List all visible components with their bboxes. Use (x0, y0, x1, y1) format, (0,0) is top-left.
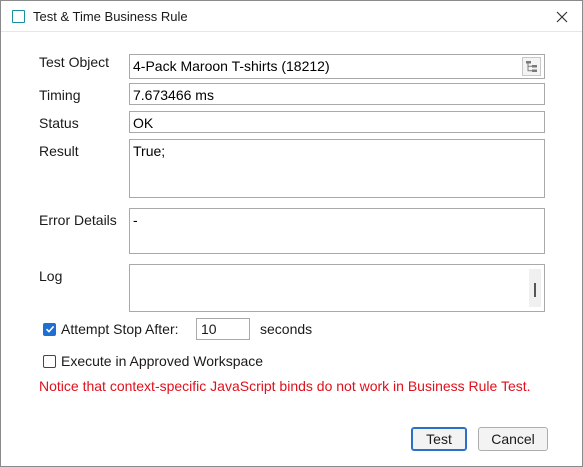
status-value: OK (133, 115, 154, 131)
log-scrollbar[interactable] (529, 269, 541, 307)
approved-workspace-checkbox-row[interactable]: Execute in Approved Workspace (43, 353, 263, 369)
error-details-value: - (133, 212, 138, 228)
dialog-window: Test & Time Business Rule Test Object 4-… (0, 0, 583, 467)
result-label: Result (39, 143, 79, 159)
test-button[interactable]: Test (411, 427, 467, 451)
test-object-value: 4-Pack Maroon T-shirts (18212) (133, 58, 330, 74)
result-field[interactable]: True; (129, 139, 545, 198)
test-object-label: Test Object (39, 54, 110, 70)
attempt-stop-checkbox[interactable] (43, 322, 56, 336)
attempt-stop-checkbox-row[interactable]: Attempt Stop After: (43, 321, 179, 337)
attempt-stop-value: 10 (201, 321, 217, 337)
checkmark-icon (45, 325, 54, 333)
js-binds-notice: Notice that context-specific JavaScript … (39, 378, 531, 394)
timing-field[interactable]: 7.673466 ms (129, 83, 545, 105)
timing-label: Timing (39, 87, 81, 103)
close-button[interactable] (552, 7, 572, 27)
attempt-stop-label: Attempt Stop After: (61, 321, 179, 337)
tree-browse-icon (526, 61, 537, 72)
cancel-button[interactable]: Cancel (478, 427, 548, 451)
log-scrollbar-thumb[interactable] (534, 283, 536, 297)
title-bar: Test & Time Business Rule (1, 1, 582, 32)
browse-button[interactable] (522, 57, 541, 76)
timing-value: 7.673466 ms (133, 87, 214, 103)
status-field[interactable]: OK (129, 111, 545, 133)
log-field[interactable] (129, 264, 545, 312)
attempt-stop-input[interactable]: 10 (196, 318, 250, 340)
close-icon (556, 11, 568, 23)
error-details-label: Error Details (39, 212, 117, 228)
status-label: Status (39, 115, 79, 131)
result-value: True; (133, 143, 166, 159)
error-details-field[interactable]: - (129, 208, 545, 254)
approved-workspace-checkbox[interactable] (43, 354, 56, 368)
window-icon (12, 10, 25, 23)
log-label: Log (39, 268, 63, 284)
test-object-field[interactable]: 4-Pack Maroon T-shirts (18212) (129, 54, 545, 79)
seconds-label: seconds (260, 321, 313, 337)
approved-workspace-label: Execute in Approved Workspace (61, 353, 264, 369)
window-title: Test & Time Business Rule (33, 9, 188, 24)
